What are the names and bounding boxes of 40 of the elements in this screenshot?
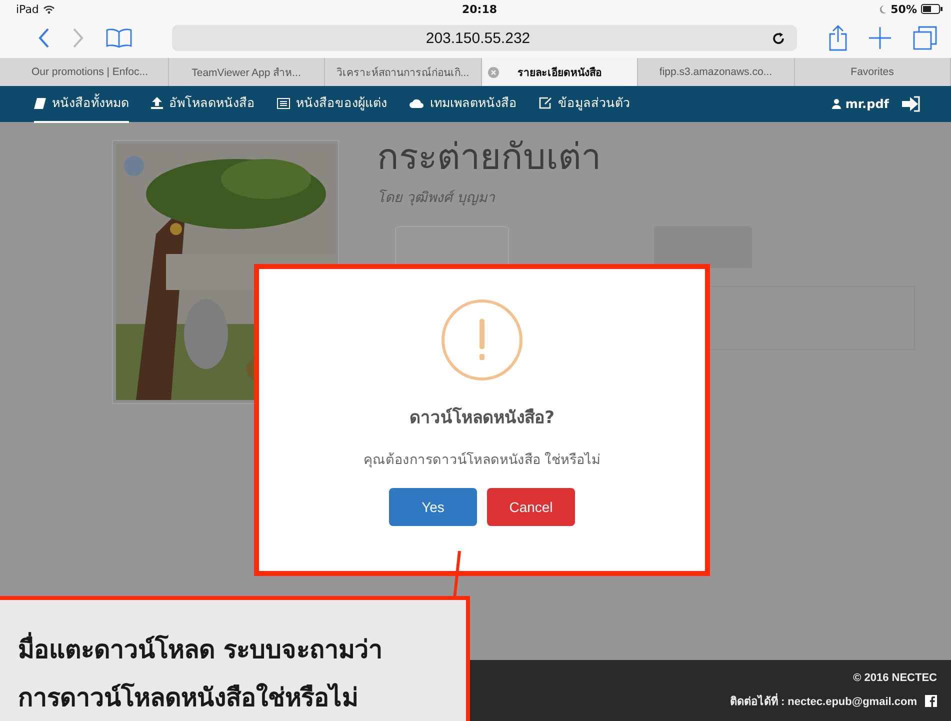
facebook-icon[interactable] xyxy=(925,694,937,706)
copyright-text: © 2016 NECTEC xyxy=(853,672,937,684)
moon-icon xyxy=(878,4,887,14)
bookmarks-icon[interactable] xyxy=(106,28,132,48)
yes-button[interactable]: Yes xyxy=(389,488,477,526)
user-menu[interactable]: mr.pdf xyxy=(832,97,889,111)
dialog-title: ดาวน์โหลดหนังสือ? xyxy=(410,406,554,430)
browser-tab[interactable]: รายละเอียดหนังสือ xyxy=(482,58,638,86)
cloud-icon xyxy=(409,98,424,108)
device-name: iPad xyxy=(16,2,39,16)
edit-icon xyxy=(539,97,552,109)
book-title: กระต่ายกับเต่า xyxy=(377,136,602,180)
battery-icon xyxy=(920,4,943,14)
plus-icon[interactable] xyxy=(869,27,891,49)
warning-icon xyxy=(441,299,523,381)
address-bar[interactable]: 203.150.55.232 xyxy=(172,25,797,51)
logout-icon[interactable] xyxy=(901,96,921,112)
nav-item[interactable]: เทมเพลตหนังสือ xyxy=(409,85,517,123)
callout-text: การดาวน์โหลดหนังสือใช่หรือไม่ xyxy=(18,682,359,714)
cancel-button[interactable]: Cancel xyxy=(487,488,575,526)
book-author: โดย วุฒิพงศ์ บุญมา xyxy=(377,188,496,208)
reload-icon[interactable] xyxy=(772,32,785,44)
upload-icon xyxy=(151,97,163,109)
nav-item[interactable]: หนังสือของผู้แต่ง xyxy=(277,85,387,123)
wifi-icon xyxy=(42,4,55,14)
nav-item[interactable]: อัพโหลดหนังสือ xyxy=(151,85,255,123)
contact-text: ติดต่อได้ที่ : nectec.epub@gmail.com xyxy=(730,692,917,710)
battery-percent: 50% xyxy=(890,2,917,16)
dialog-message: คุณต้องการดาวน์โหลดหนังสือ ใช่หรือไม่ xyxy=(363,451,601,470)
share-icon[interactable] xyxy=(829,25,847,51)
book-icon xyxy=(34,98,46,108)
close-icon[interactable] xyxy=(488,66,498,78)
back-icon[interactable] xyxy=(38,28,50,48)
list-icon xyxy=(277,98,290,108)
tabs-icon[interactable] xyxy=(913,26,937,50)
nav-item[interactable]: ข้อมูลส่วนตัว xyxy=(539,85,630,123)
nav-item[interactable]: หนังสือทั้งหมด xyxy=(34,85,129,123)
user-icon xyxy=(832,99,842,109)
clock-time: 20:18 xyxy=(462,2,497,16)
callout-text: มื่อแตะดาวน์โหลด ระบบจะถามว่า xyxy=(18,626,466,674)
